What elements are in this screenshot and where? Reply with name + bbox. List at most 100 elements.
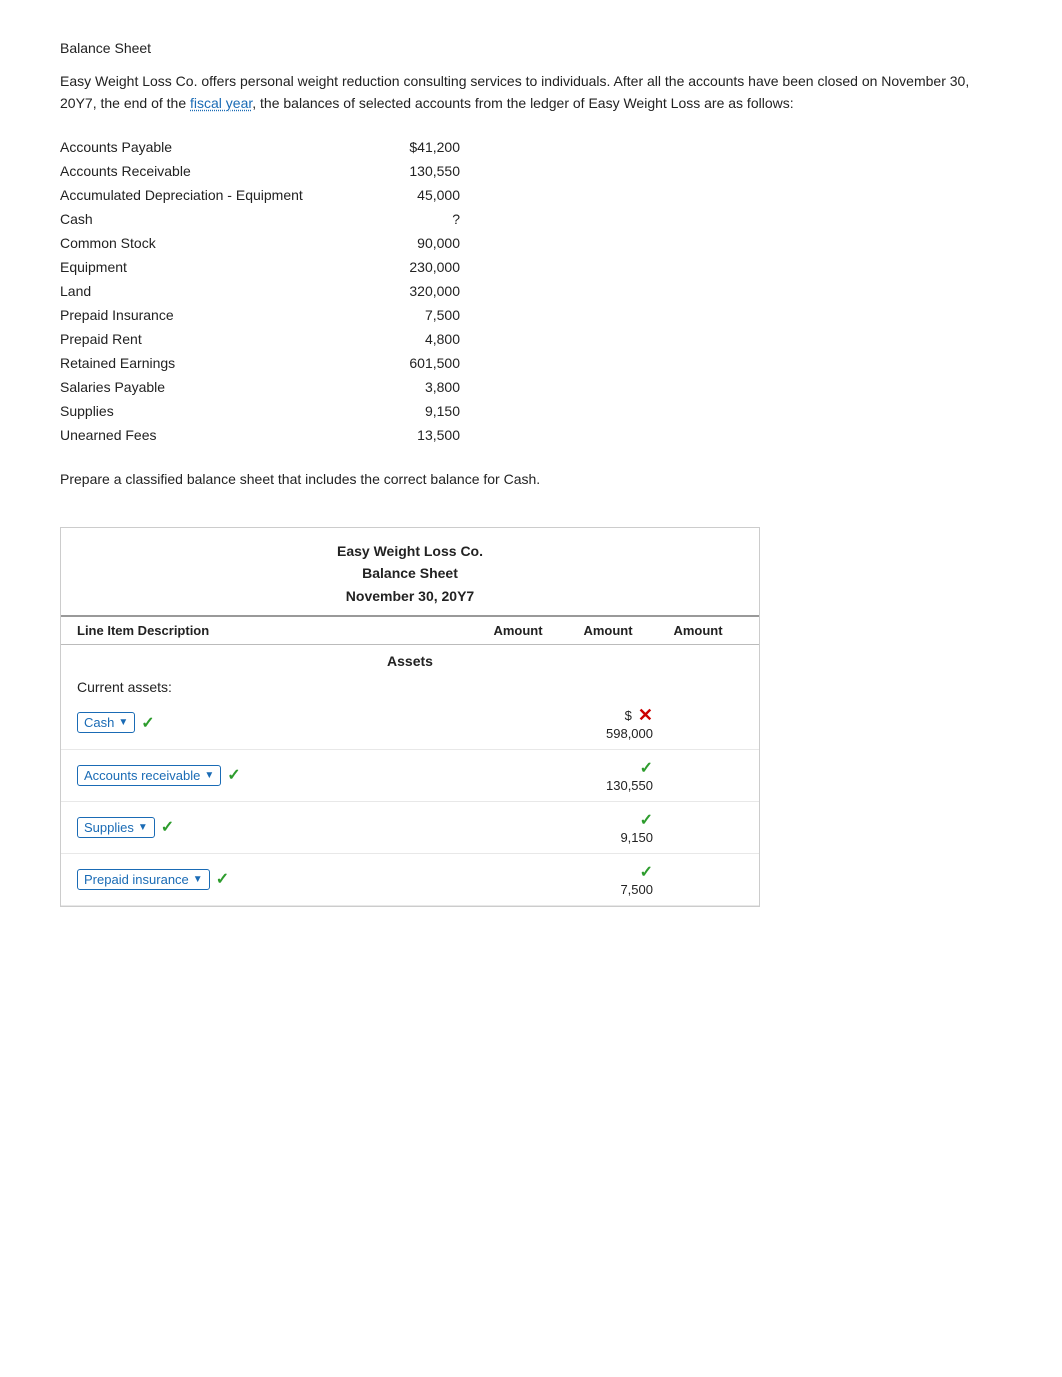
col-amount1-header: Amount: [473, 623, 563, 638]
account-name: Land: [60, 283, 360, 299]
supplies-amount-top-row: ✓: [640, 810, 653, 830]
ar-dropdown-arrow-icon: ▼: [204, 770, 214, 781]
account-value: 13,500: [360, 427, 460, 443]
balance-sheet: Easy Weight Loss Co. Balance Sheet Novem…: [60, 527, 760, 907]
account-name: Unearned Fees: [60, 427, 360, 443]
section-title: Balance Sheet: [60, 40, 1002, 56]
bs-column-headers: Line Item Description Amount Amount Amou…: [61, 617, 759, 645]
supplies-row-desc: Supplies ▼ ✓: [77, 817, 473, 838]
cash-amount-col2: $ ✕ 598,000: [563, 705, 653, 741]
list-item: Prepaid Insurance7,500: [60, 303, 540, 327]
supplies-dropdown[interactable]: Supplies ▼: [77, 817, 155, 838]
assets-section-label: Assets: [61, 645, 759, 673]
table-row: Prepaid insurance ▼ ✓ ✓ 7,500: [61, 854, 759, 906]
account-name: Prepaid Insurance: [60, 307, 360, 323]
bs-company: Easy Weight Loss Co.: [61, 540, 759, 562]
list-item: Accounts Receivable130,550: [60, 159, 540, 183]
account-value: 3,800: [360, 379, 460, 395]
ar-label: Accounts receivable: [84, 768, 200, 783]
ar-check-icon: ✓: [227, 765, 240, 785]
list-item: Accounts Payable$41,200: [60, 135, 540, 159]
list-item: Accumulated Depreciation - Equipment45,0…: [60, 183, 540, 207]
col-amount3-header: Amount: [653, 623, 743, 638]
fiscal-year-link[interactable]: fiscal year: [190, 95, 252, 111]
cash-label: Cash: [84, 715, 114, 730]
cash-row-desc: Cash ▼ ✓: [77, 712, 473, 733]
list-item: Cash?: [60, 207, 540, 231]
table-row: Supplies ▼ ✓ ✓ 9,150: [61, 802, 759, 854]
cash-amount-value: 598,000: [606, 726, 653, 741]
account-value: 45,000: [360, 187, 460, 203]
prepaid-insurance-amount-value: 7,500: [620, 882, 653, 897]
cash-amount-with-icon: $ ✕ 598,000: [563, 705, 653, 741]
account-name: Accounts Payable: [60, 139, 360, 155]
account-name: Accumulated Depreciation - Equipment: [60, 187, 360, 203]
account-table: Accounts Payable$41,200Accounts Receivab…: [60, 135, 540, 447]
cash-x-icon: ✕: [638, 705, 653, 726]
prepare-text: Prepare a classified balance sheet that …: [60, 471, 1002, 487]
bs-header: Easy Weight Loss Co. Balance Sheet Novem…: [61, 528, 759, 617]
account-name: Equipment: [60, 259, 360, 275]
supplies-amount-with-icon: ✓ 9,150: [563, 810, 653, 845]
intro-text-after: , the balances of selected accounts from…: [252, 95, 793, 111]
account-name: Common Stock: [60, 235, 360, 251]
table-row: Cash ▼ ✓ $ ✕ 598,000: [61, 697, 759, 750]
account-value: 7,500: [360, 307, 460, 323]
account-value: 320,000: [360, 283, 460, 299]
ar-amount-value: 130,550: [606, 778, 653, 793]
account-value: 230,000: [360, 259, 460, 275]
prepaid-insurance-dropdown-arrow-icon: ▼: [193, 874, 203, 885]
prepaid-insurance-amount-top-row: ✓: [640, 862, 653, 882]
list-item: Supplies9,150: [60, 399, 540, 423]
prepaid-insurance-label: Prepaid insurance: [84, 872, 189, 887]
account-name: Prepaid Rent: [60, 331, 360, 347]
cash-dollar-sign: $: [625, 708, 632, 723]
account-name: Retained Earnings: [60, 355, 360, 371]
account-value: ?: [360, 211, 460, 227]
bs-date: November 30, 20Y7: [61, 585, 759, 607]
intro-text: Easy Weight Loss Co. offers personal wei…: [60, 70, 1002, 115]
ar-amount-col2: ✓ 130,550: [563, 758, 653, 793]
supplies-amount-value: 9,150: [620, 830, 653, 845]
supplies-label: Supplies: [84, 820, 134, 835]
cash-dropdown[interactable]: Cash ▼: [77, 712, 135, 733]
cash-check-icon: ✓: [141, 713, 154, 733]
account-name: Salaries Payable: [60, 379, 360, 395]
prepaid-insurance-check-icon: ✓: [216, 869, 229, 889]
account-value: $41,200: [360, 139, 460, 155]
prepaid-insurance-amount-col2: ✓ 7,500: [563, 862, 653, 897]
prepaid-insurance-dropdown[interactable]: Prepaid insurance ▼: [77, 869, 210, 890]
supplies-check-icon2: ✓: [640, 810, 653, 830]
cash-dropdown-arrow-icon: ▼: [118, 717, 128, 728]
list-item: Salaries Payable3,800: [60, 375, 540, 399]
cash-amount-top-row: $ ✕: [625, 705, 653, 726]
prepaid-insurance-check-icon2: ✓: [640, 862, 653, 882]
ar-amount-top-row: ✓: [640, 758, 653, 778]
current-assets-label: Current assets:: [61, 673, 759, 697]
supplies-amount-col2: ✓ 9,150: [563, 810, 653, 845]
list-item: Equipment230,000: [60, 255, 540, 279]
account-name: Supplies: [60, 403, 360, 419]
account-name: Accounts Receivable: [60, 163, 360, 179]
account-value: 90,000: [360, 235, 460, 251]
col-desc-header: Line Item Description: [77, 623, 473, 638]
ar-check-icon2: ✓: [640, 758, 653, 778]
list-item: Common Stock90,000: [60, 231, 540, 255]
bs-title: Balance Sheet: [61, 562, 759, 584]
account-value: 130,550: [360, 163, 460, 179]
ar-row-desc: Accounts receivable ▼ ✓: [77, 765, 473, 786]
list-item: Prepaid Rent4,800: [60, 327, 540, 351]
supplies-check-icon: ✓: [161, 817, 174, 837]
list-item: Unearned Fees13,500: [60, 423, 540, 447]
list-item: Retained Earnings601,500: [60, 351, 540, 375]
list-item: Land320,000: [60, 279, 540, 303]
account-value: 601,500: [360, 355, 460, 371]
ar-dropdown[interactable]: Accounts receivable ▼: [77, 765, 221, 786]
account-value: 9,150: [360, 403, 460, 419]
supplies-dropdown-arrow-icon: ▼: [138, 822, 148, 833]
account-value: 4,800: [360, 331, 460, 347]
account-name: Cash: [60, 211, 360, 227]
ar-amount-with-icon: ✓ 130,550: [563, 758, 653, 793]
col-amount2-header: Amount: [563, 623, 653, 638]
table-row: Accounts receivable ▼ ✓ ✓ 130,550: [61, 750, 759, 802]
